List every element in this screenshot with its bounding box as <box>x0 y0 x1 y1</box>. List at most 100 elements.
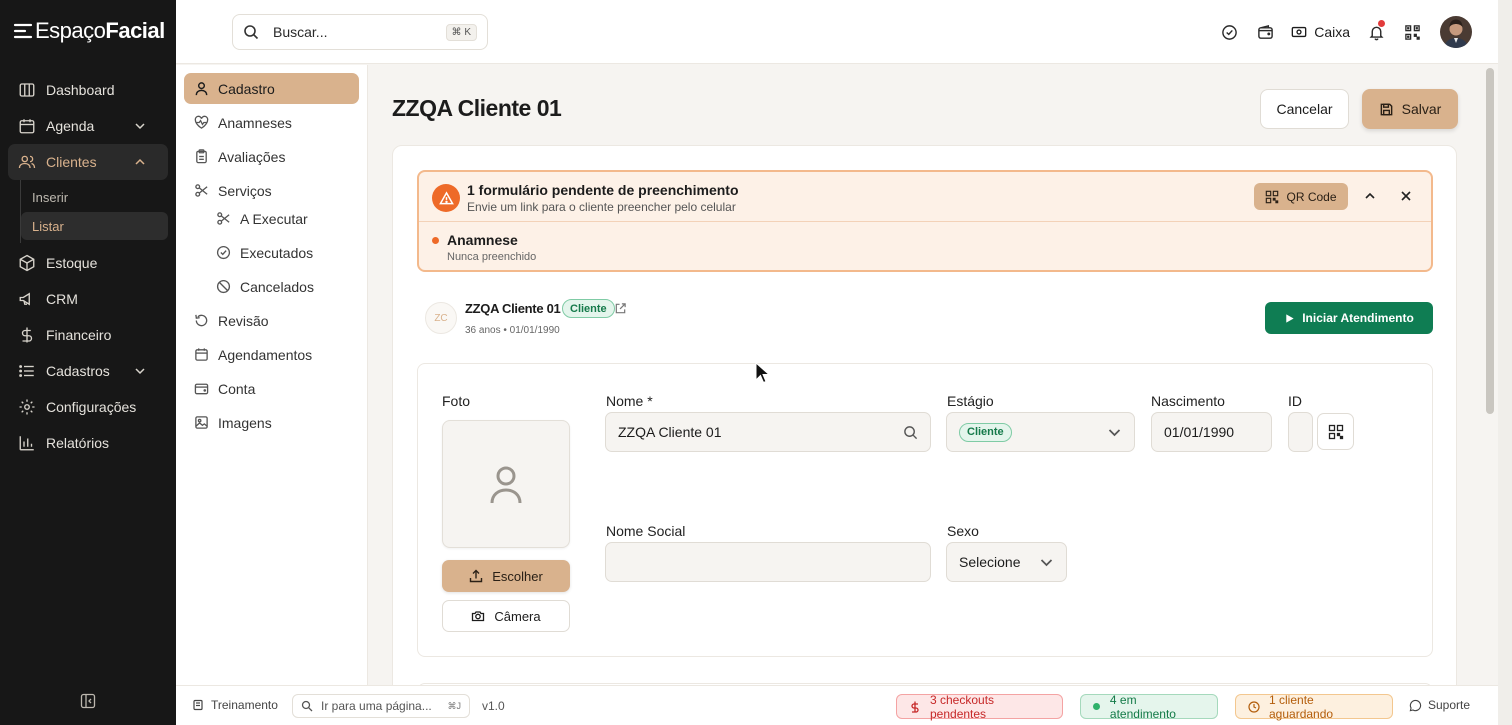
close-icon[interactable] <box>1399 189 1413 203</box>
clipboard-icon <box>194 149 209 164</box>
dollar-icon <box>18 326 36 344</box>
social-name-label: Nome Social <box>606 523 686 539</box>
pending-checkouts-badge[interactable]: 3 checkouts pendentes <box>896 692 1063 721</box>
caixa-button[interactable]: Caixa <box>1283 16 1358 48</box>
scissors-icon <box>194 183 209 198</box>
client-meta: 36 anos • 01/01/1990 <box>465 325 560 336</box>
image-icon <box>194 415 209 430</box>
tab-label: Cancelados <box>240 278 314 295</box>
brand-logo[interactable]: Espaço Facial <box>13 18 165 44</box>
dashboard-icon <box>18 81 36 99</box>
sidebar-item-clientes[interactable]: Clientes <box>8 144 168 180</box>
save-button[interactable]: Salvar <box>1362 89 1458 129</box>
sidebar-item-estoque[interactable]: Estoque <box>8 245 168 281</box>
tab-label: Cadastro <box>218 80 275 97</box>
tab-imagens[interactable]: Imagens <box>184 407 359 438</box>
name-input[interactable]: ZZQA Cliente 01 <box>605 412 931 452</box>
scrollbar-thumb[interactable] <box>1486 68 1494 414</box>
sidebar-item-crm[interactable]: CRM <box>8 281 168 317</box>
support-label: Suporte <box>1428 698 1471 712</box>
qr-code-button[interactable]: QR Code <box>1254 183 1348 210</box>
external-link-icon[interactable] <box>614 302 627 315</box>
flask-icon <box>192 699 204 711</box>
bar-chart-icon <box>18 434 36 452</box>
sidebar-sub-inserir[interactable]: Inserir <box>21 183 168 211</box>
sidebar-sub-listar[interactable]: Listar <box>21 212 168 240</box>
pending-form-name: Anamnese <box>447 232 518 248</box>
cancel-button[interactable]: Cancelar <box>1260 89 1349 129</box>
camera-button[interactable]: Câmera <box>442 600 570 632</box>
user-avatar[interactable] <box>1440 16 1472 48</box>
sidebar-item-label: Estoque <box>46 255 98 271</box>
sidebar-item-agenda[interactable]: Agenda <box>8 108 168 144</box>
tab-label: A Executar <box>240 210 308 227</box>
sidebar-item-configuracoes[interactable]: Configurações <box>8 389 168 425</box>
page-jump-shortcut: ⌘J <box>447 700 462 711</box>
tasks-button[interactable] <box>1211 16 1247 48</box>
wallet-button[interactable] <box>1247 16 1283 48</box>
start-service-button[interactable]: Iniciar Atendimento <box>1265 302 1433 334</box>
pending-checkouts-label: 3 checkouts pendentes <box>930 692 995 721</box>
in-service-label: 4 em atendimento <box>1109 692 1176 721</box>
tab-label: Anamneses <box>218 114 292 131</box>
tab-a-executar[interactable]: A Executar <box>206 203 356 234</box>
tab-label: Imagens <box>218 414 272 431</box>
sex-select[interactable]: Selecione <box>946 542 1067 582</box>
tab-conta[interactable]: Conta <box>184 373 359 404</box>
search-icon <box>301 700 313 712</box>
notifications-button[interactable] <box>1358 16 1394 48</box>
support-link[interactable]: Suporte <box>1409 698 1470 712</box>
check-circle-icon <box>216 245 231 260</box>
clientes-submenu: Inserir Listar <box>20 180 168 243</box>
client-name: ZZQA Cliente 01 <box>465 301 561 316</box>
birth-input[interactable]: 01/01/1990 <box>1151 412 1272 452</box>
ban-icon <box>216 279 231 294</box>
tab-avaliacoes[interactable]: Avaliações <box>184 141 359 172</box>
pending-form-alert: 1 formulário pendente de preenchimento E… <box>417 170 1433 272</box>
search-icon[interactable] <box>903 425 918 440</box>
list-icon <box>18 362 36 380</box>
global-search[interactable]: Buscar... ⌘ K <box>232 14 488 50</box>
alert-subtitle: Envie um link para o cliente preencher p… <box>467 200 736 214</box>
megaphone-icon <box>18 290 36 308</box>
chevron-down-icon <box>1107 425 1122 440</box>
photo-preview[interactable] <box>442 420 570 548</box>
cash-icon <box>1291 24 1307 40</box>
tab-label: Agendamentos <box>218 346 313 363</box>
page-jump-input[interactable]: Ir para uma página... ⌘J <box>292 694 470 718</box>
sidebar-item-dashboard[interactable]: Dashboard <box>8 72 168 108</box>
id-input[interactable] <box>1288 412 1313 452</box>
chevron-down-icon <box>134 365 146 377</box>
tab-agendamentos[interactable]: Agendamentos <box>184 339 359 370</box>
sidebar-item-relatorios[interactable]: Relatórios <box>8 425 168 461</box>
id-qr-button[interactable] <box>1317 413 1354 450</box>
tab-anamneses[interactable]: Anamneses <box>184 107 359 138</box>
mouse-cursor-icon <box>755 362 769 384</box>
collapse-sidebar-icon[interactable] <box>80 693 96 709</box>
in-service-badge[interactable]: 4 em atendimento <box>1080 692 1218 721</box>
tab-revisao[interactable]: Revisão <box>184 305 359 336</box>
tab-servicos[interactable]: Serviços <box>184 175 359 206</box>
sidebar-item-cadastros[interactable]: Cadastros <box>8 353 168 389</box>
social-name-input[interactable] <box>605 542 931 582</box>
status-bar: Treinamento Ir para uma página... ⌘J v1.… <box>176 685 1498 725</box>
sidebar-item-financeiro[interactable]: Financeiro <box>8 317 168 353</box>
tab-label: Avaliações <box>218 148 286 165</box>
heart-pulse-icon <box>194 115 209 130</box>
chevron-up-icon <box>134 156 146 168</box>
waiting-clients-badge[interactable]: 1 cliente aguardando <box>1235 693 1393 721</box>
page-title: ZZQA Cliente 01 <box>392 95 562 121</box>
tab-cadastro[interactable]: Cadastro <box>184 73 359 104</box>
choose-photo-button[interactable]: Escolher <box>442 560 570 592</box>
tab-executados[interactable]: Executados <box>206 237 356 268</box>
alert-divider <box>419 221 1431 222</box>
pending-dot <box>432 237 439 244</box>
scrollbar-track[interactable] <box>1498 0 1512 725</box>
tab-cancelados[interactable]: Cancelados <box>206 271 356 302</box>
qr-scan-button[interactable] <box>1394 16 1430 48</box>
tab-label: Revisão <box>218 312 269 329</box>
stage-select[interactable]: Cliente <box>946 412 1135 452</box>
birth-value: 01/01/1990 <box>1164 424 1235 440</box>
menu-logo-icon <box>13 22 33 40</box>
chevron-up-icon[interactable] <box>1363 189 1377 203</box>
